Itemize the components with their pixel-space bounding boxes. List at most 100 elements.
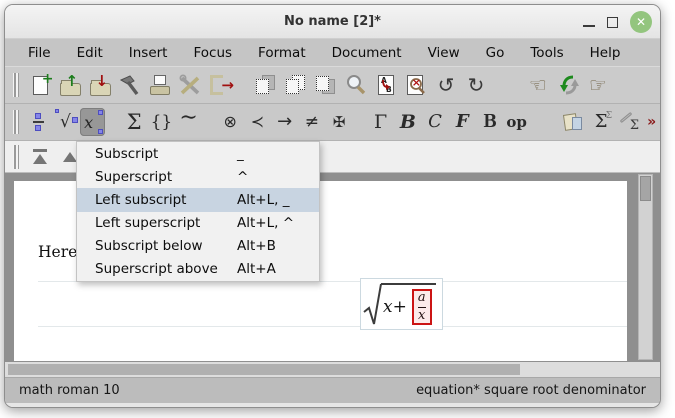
operator-symbol-button[interactable]: ⊗ xyxy=(218,108,243,136)
spell-check-button[interactable]: × xyxy=(402,71,430,99)
operator-text-button[interactable]: op xyxy=(504,108,529,136)
wrench-sigma-icon: Σ xyxy=(616,109,642,135)
sum-button[interactable]: Σ xyxy=(122,108,147,136)
redo-button[interactable]: ↻ xyxy=(462,71,490,99)
menu-format[interactable]: Format xyxy=(247,42,317,64)
equation-block[interactable]: x+ a x xyxy=(38,281,627,327)
negation-symbol-button[interactable]: ≠ xyxy=(299,108,324,136)
undo-button[interactable]: ↺ xyxy=(432,71,460,99)
forward-button[interactable]: ☞ xyxy=(584,71,612,99)
search-button[interactable] xyxy=(342,71,370,99)
math-preferences-button[interactable]: Σ xyxy=(616,108,642,136)
cut-icon xyxy=(313,72,339,98)
symbol-palette-button[interactable] xyxy=(560,108,586,136)
menu-edit[interactable]: Edit xyxy=(66,42,114,64)
replace-button[interactable]: A B xyxy=(372,71,400,99)
arrow-symbol-button[interactable]: → xyxy=(272,108,297,136)
up-arrow-icon xyxy=(63,152,77,162)
tilde-accent-icon: ∼ xyxy=(179,107,197,129)
fraction-denominator: x xyxy=(418,309,425,324)
toolbar-grip[interactable] xyxy=(13,73,19,97)
search-icon xyxy=(344,73,368,97)
reload-button[interactable] xyxy=(554,71,582,99)
title-bar[interactable]: No name [2]* ✕ xyxy=(5,5,660,39)
radical-sign xyxy=(363,281,383,327)
print-button[interactable] xyxy=(146,71,174,99)
toolbar-grip[interactable] xyxy=(13,145,19,169)
blackboard-button[interactable]: B xyxy=(477,108,502,136)
bold-button[interactable]: B xyxy=(395,108,420,136)
menu-help[interactable]: Help xyxy=(579,42,632,64)
maximize-button[interactable] xyxy=(607,17,618,28)
open-document-icon: ↑ xyxy=(60,83,81,96)
menu-focus[interactable]: Focus xyxy=(182,42,243,64)
status-left: math roman 10 xyxy=(19,383,120,398)
menu-item-subscript[interactable]: Subscript _ xyxy=(77,142,319,165)
toolbar-grip[interactable] xyxy=(13,110,19,134)
open-document-button[interactable]: ↑ xyxy=(56,71,84,99)
undo-icon: ↺ xyxy=(438,73,455,97)
top-arrow-icon xyxy=(33,149,47,164)
status-right: equation* square root denominator xyxy=(416,383,646,398)
new-document-icon: + xyxy=(33,76,48,95)
preferences-button[interactable] xyxy=(176,71,204,99)
export-icon: → xyxy=(207,72,233,98)
menu-document[interactable]: Document xyxy=(321,42,413,64)
menu-file[interactable]: File xyxy=(17,42,62,64)
greek-button[interactable]: Γ xyxy=(368,108,393,136)
accent-button[interactable]: ∼ xyxy=(176,108,201,136)
new-document-button[interactable]: + xyxy=(26,71,54,99)
equation-focus-box[interactable]: x+ a x xyxy=(360,278,443,331)
paste-button[interactable] xyxy=(282,71,310,99)
save-document-button[interactable]: ↓ xyxy=(86,71,114,99)
fraction-button[interactable] xyxy=(26,108,51,136)
fraktur-button[interactable]: F xyxy=(450,108,475,136)
menu-item-superscript-above[interactable]: Superscript above Alt+A xyxy=(77,258,319,281)
big-sigma-icon: Σ Σ xyxy=(588,109,614,135)
brackets-button[interactable]: {} xyxy=(149,108,174,136)
scripts-button[interactable]: x xyxy=(80,108,105,136)
horizontal-scrollbar[interactable] xyxy=(5,362,660,377)
close-button[interactable]: ✕ xyxy=(630,11,652,33)
build-button[interactable] xyxy=(116,71,144,99)
vertical-scrollbar-thumb[interactable] xyxy=(640,176,651,201)
vertical-scrollbar[interactable] xyxy=(638,174,653,360)
printer-icon xyxy=(146,71,174,99)
insert-big-operator-button[interactable]: Σ Σ xyxy=(588,108,614,136)
menu-go[interactable]: Go xyxy=(475,42,516,64)
window-controls: ✕ xyxy=(583,5,652,39)
menu-view[interactable]: View xyxy=(417,42,471,64)
shortcut-label: ^ xyxy=(237,169,309,185)
scripts-icon: x xyxy=(84,113,101,132)
misc-symbol-button[interactable]: ✠ xyxy=(326,108,351,136)
replace-icon: A B xyxy=(373,72,399,98)
menu-item-subscript-below[interactable]: Subscript below Alt+B xyxy=(77,235,319,258)
copy-icon xyxy=(253,72,279,98)
export-button[interactable]: → xyxy=(206,71,234,99)
window-title: No name [2]* xyxy=(284,14,381,29)
menu-item-left-superscript[interactable]: Left superscript Alt+L, ^ xyxy=(77,212,319,235)
sum-icon: Σ xyxy=(127,112,142,133)
window-bottom-edge xyxy=(5,403,660,407)
square-root-icon: √ xyxy=(60,112,71,132)
menu-item-left-subscript[interactable]: Left subscript Alt+L, _ xyxy=(77,188,319,211)
go-to-top-button[interactable] xyxy=(26,143,54,171)
horizontal-scrollbar-thumb[interactable] xyxy=(8,364,520,375)
menu-insert[interactable]: Insert xyxy=(118,42,179,64)
cut-button[interactable] xyxy=(312,71,340,99)
paste-icon xyxy=(283,72,309,98)
minimize-button[interactable] xyxy=(583,25,595,27)
menu-tools[interactable]: Tools xyxy=(519,42,574,64)
app-window: No name [2]* ✕ File Edit Insert Focus Fo… xyxy=(4,4,661,408)
palette-icon xyxy=(560,109,586,135)
redo-icon: ↻ xyxy=(468,73,485,97)
menu-item-superscript[interactable]: Superscript ^ xyxy=(77,165,319,188)
relation-symbol-button[interactable]: ≺ xyxy=(245,108,270,136)
copy-button[interactable] xyxy=(252,71,280,99)
calligraphic-button[interactable]: C xyxy=(422,108,447,136)
toolbar-overflow-button[interactable]: » xyxy=(647,114,656,130)
sqrt-button[interactable]: √ xyxy=(53,108,78,136)
otimes-icon: ⊗ xyxy=(224,114,237,130)
back-button[interactable]: ☜ xyxy=(524,71,552,99)
fraction-cursor-box[interactable]: a x xyxy=(412,289,432,326)
